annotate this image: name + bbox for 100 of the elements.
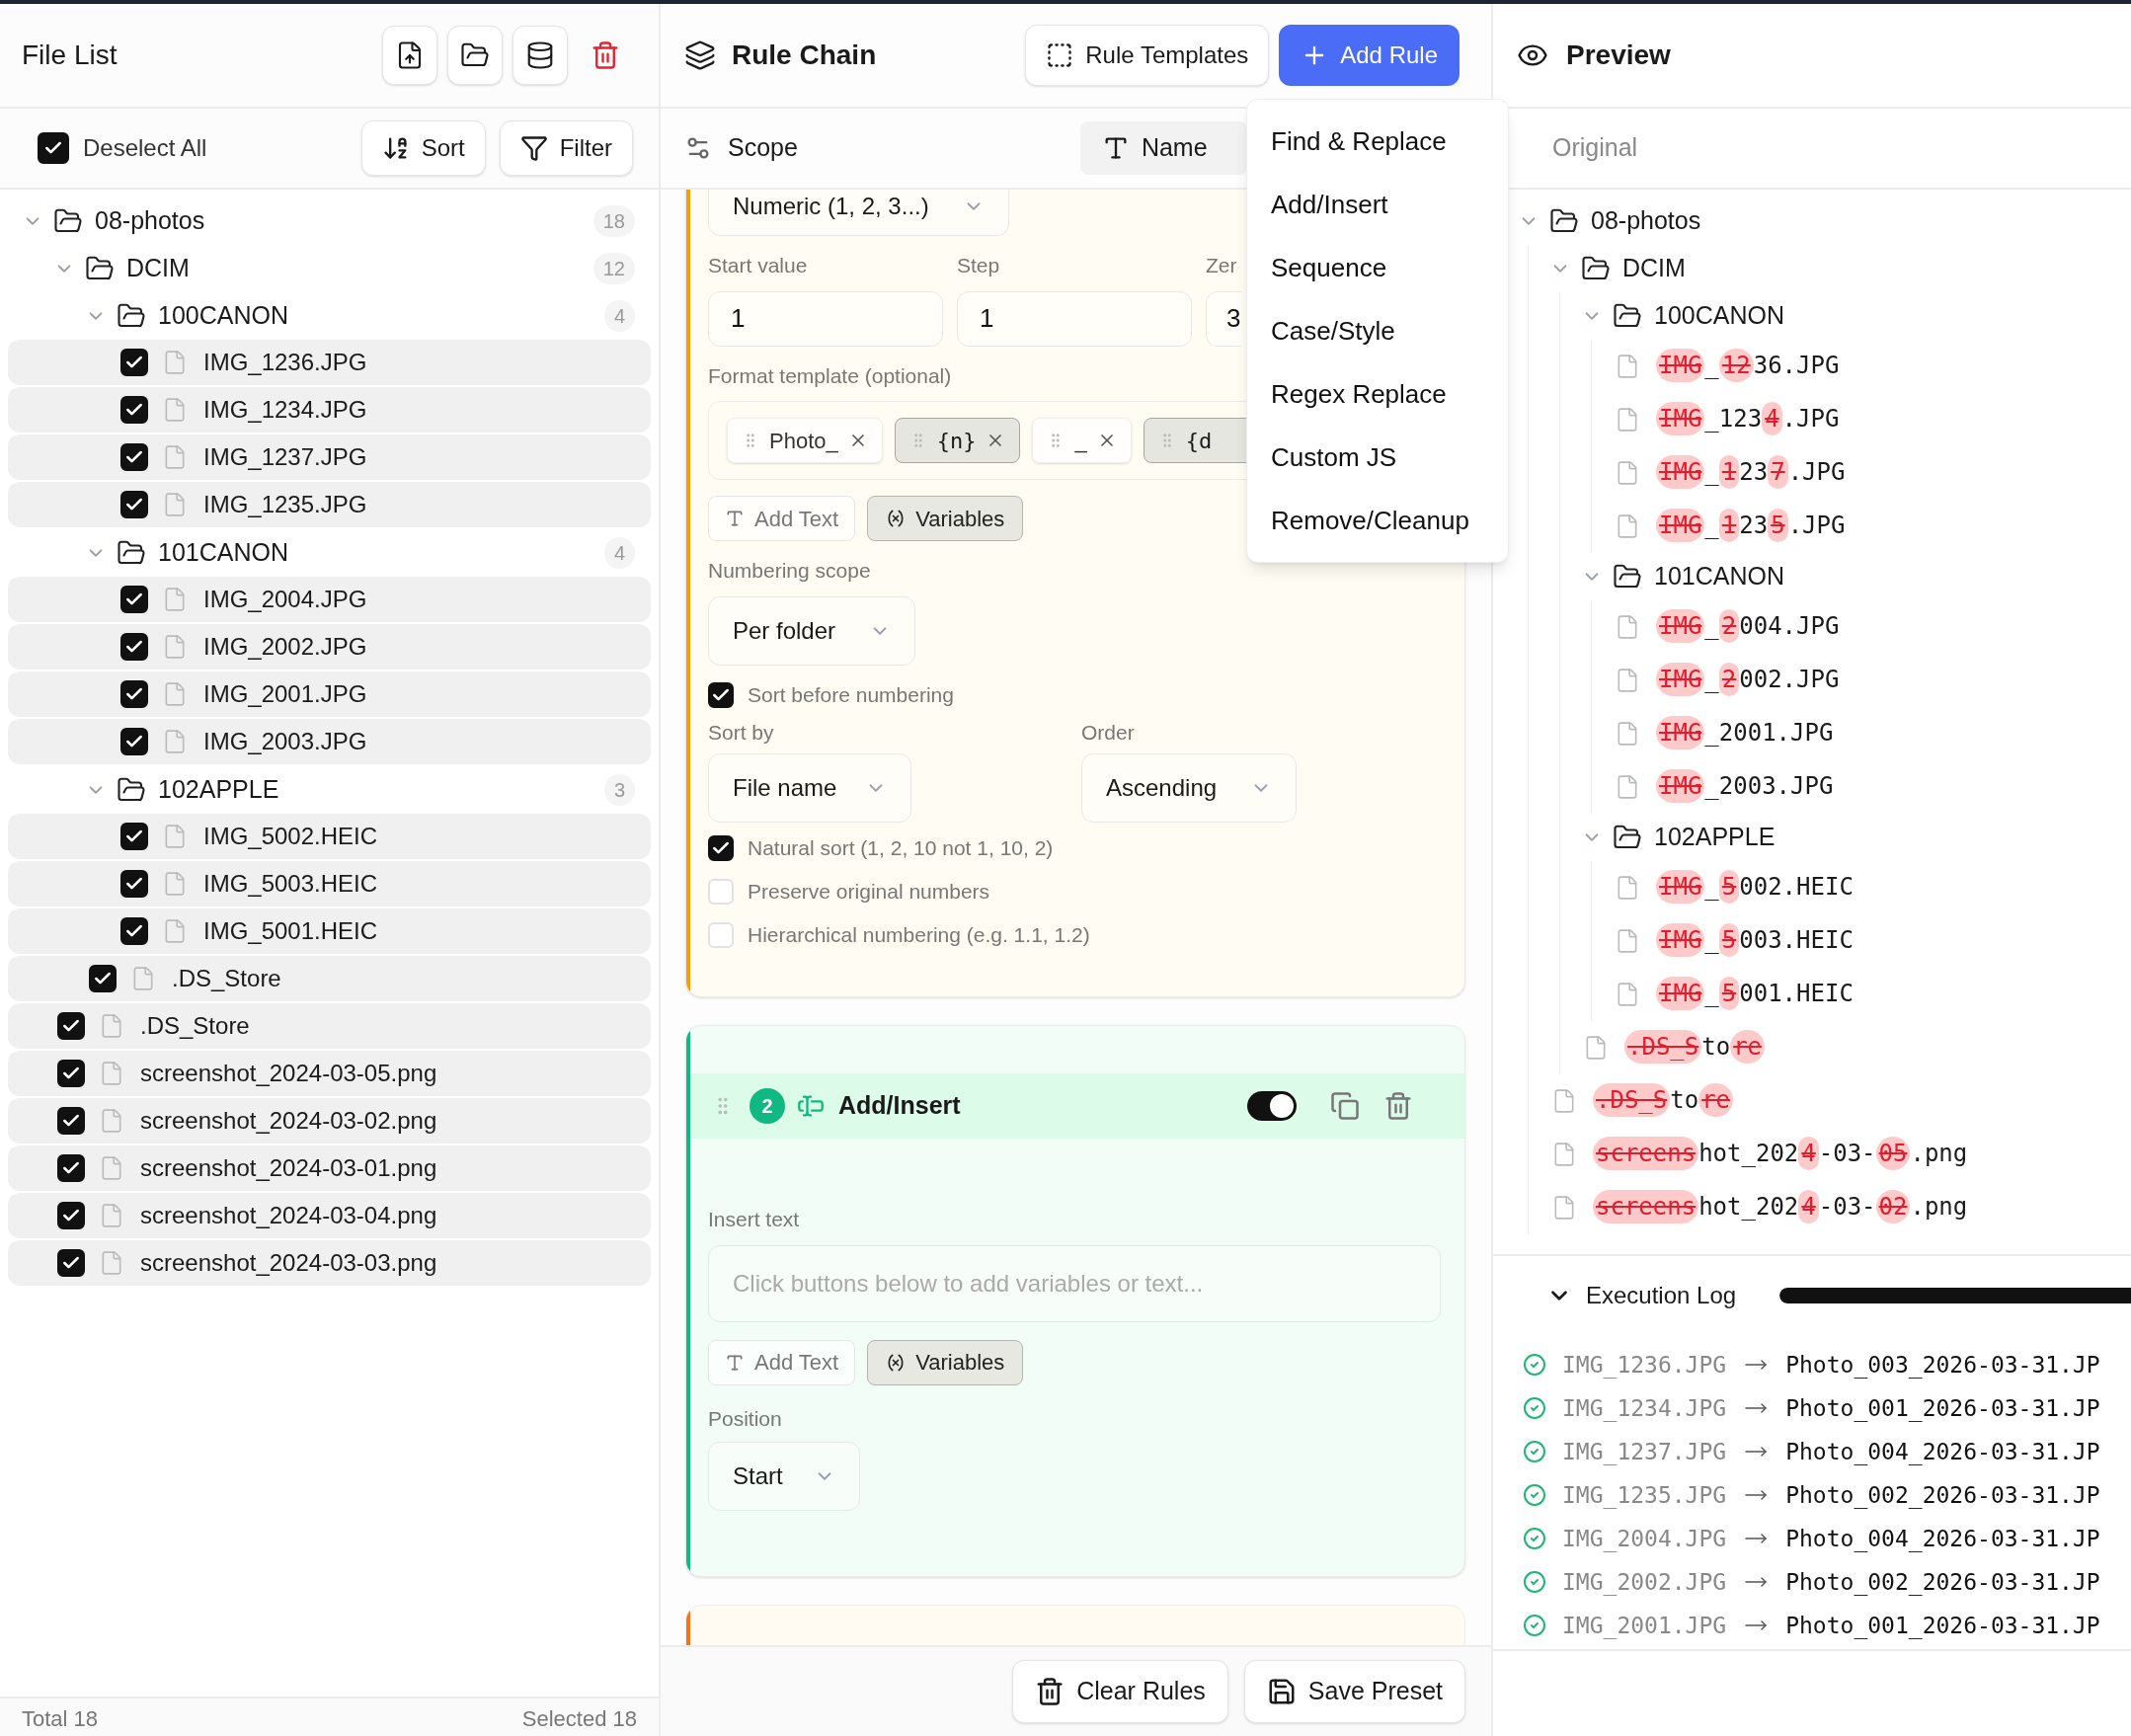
save-preset-button[interactable]: Save Preset [1243, 1660, 1465, 1723]
file-row[interactable]: IMG_2002.JPG [8, 624, 651, 670]
clear-rules-button[interactable]: Clear Rules [1012, 1660, 1228, 1723]
deselect-all-label[interactable]: Deselect All [83, 130, 207, 166]
checkbox[interactable] [57, 1202, 85, 1229]
copy-icon[interactable] [1330, 1091, 1360, 1121]
file-name[interactable]: IMG_1234.JPG [203, 392, 367, 428]
checkbox[interactable] [120, 633, 148, 661]
menu-item[interactable]: Case/Style [1247, 299, 1508, 362]
file-name[interactable]: .DS_Store [172, 961, 281, 996]
checkbox[interactable] [120, 680, 148, 708]
menu-item[interactable]: Add/Insert [1247, 173, 1508, 236]
position-select[interactable]: Start [708, 1442, 860, 1511]
file-name[interactable]: IMG_5003.HEIC [203, 866, 378, 902]
file-row[interactable]: IMG_1236.JPG [8, 340, 651, 385]
menu-item[interactable]: Find & Replace [1247, 110, 1508, 173]
variables-button[interactable]: Variables [867, 1339, 1024, 1385]
file-row[interactable]: IMG_1235.JPG [8, 482, 651, 527]
file-name[interactable]: screenshot_2024-03-05.png [140, 1056, 437, 1091]
template-chip[interactable]: _ [1032, 418, 1132, 463]
file-name[interactable]: .DS_Store [140, 1008, 250, 1044]
name-scope-button[interactable]: Name [1079, 121, 1247, 175]
checkbox[interactable] [57, 1154, 85, 1182]
file-row[interactable]: IMG_5002.HEIC [8, 814, 651, 859]
file-row[interactable]: screenshot_2024-03-01.png [8, 1145, 651, 1191]
trash-icon[interactable] [1383, 1091, 1413, 1121]
panel-title: Preview [1566, 39, 1671, 72]
file-row[interactable]: IMG_2003.JPG [8, 719, 651, 764]
folder-name[interactable]: DCIM [126, 250, 190, 287]
menu-item[interactable]: Sequence [1247, 236, 1508, 299]
file-row[interactable]: IMG_1234.JPG [8, 387, 651, 433]
insert-text-field[interactable]: Click buttons below to add variables or text... [708, 1244, 1441, 1322]
sequence-type-select[interactable]: Numeric (1, 2, 3...) [708, 190, 1009, 236]
file-name[interactable]: screenshot_2024-03-03.png [140, 1245, 437, 1281]
checkbox[interactable] [120, 443, 148, 471]
scope-select[interactable]: Per folder [708, 595, 915, 666]
number-field[interactable]: 1 [957, 290, 1192, 347]
sort-button[interactable]: Sort [360, 120, 486, 176]
file-row[interactable]: IMG_2001.JPG [8, 671, 651, 717]
file-name[interactable]: IMG_2004.JPG [203, 582, 367, 617]
file-name[interactable]: IMG_2001.JPG [203, 676, 367, 712]
success-icon [1523, 1570, 1546, 1594]
sort-by-select[interactable]: File name [708, 753, 911, 823]
file-name[interactable]: IMG_5002.HEIC [203, 819, 378, 854]
file-name[interactable]: IMG_1237.JPG [203, 439, 367, 475]
file-row[interactable]: screenshot_2024-03-05.png [8, 1051, 651, 1096]
checkbox[interactable] [57, 1107, 85, 1135]
checkbox[interactable] [38, 132, 69, 164]
folder-name[interactable]: 101CANON [158, 534, 288, 572]
number-field[interactable]: 1 [708, 290, 943, 347]
template-chip[interactable]: Photo_ [727, 418, 883, 463]
open-folder-button[interactable] [447, 26, 503, 85]
import-file-button[interactable] [382, 26, 437, 85]
checkbox[interactable] [708, 835, 734, 861]
add-rule-button[interactable]: Add Rule [1279, 25, 1460, 86]
folder-name[interactable]: 08-photos [95, 202, 205, 240]
checkbox[interactable] [120, 823, 148, 850]
checkbox[interactable] [708, 681, 734, 708]
checkbox[interactable] [120, 349, 148, 376]
filter-button[interactable]: Filter [499, 120, 633, 176]
template-chip[interactable]: {n} [894, 418, 1021, 463]
database-button[interactable] [513, 26, 568, 85]
menu-item[interactable]: Remove/Cleanup [1247, 489, 1508, 552]
rule-templates-button[interactable]: Rule Templates [1025, 25, 1270, 86]
file-name[interactable]: IMG_1235.JPG [203, 487, 367, 522]
checkbox[interactable] [57, 1060, 85, 1087]
folder-name[interactable]: 100CANON [158, 297, 288, 335]
checkbox[interactable] [120, 870, 148, 898]
file-row[interactable]: .DS_Store [8, 1003, 651, 1049]
add-text-button[interactable]: Add Text [708, 1339, 856, 1385]
file-name[interactable]: IMG_2002.JPG [203, 629, 367, 665]
checkbox[interactable] [120, 396, 148, 424]
file-row[interactable]: screenshot_2024-03-02.png [8, 1098, 651, 1144]
checkbox[interactable] [120, 917, 148, 945]
file-row[interactable]: screenshot_2024-03-03.png [8, 1240, 651, 1286]
variables-button[interactable]: Variables [867, 496, 1024, 541]
checkbox[interactable] [57, 1012, 85, 1040]
file-name[interactable]: IMG_5001.HEIC [203, 913, 378, 949]
file-name[interactable]: IMG_2003.JPG [203, 724, 367, 759]
file-name[interactable]: screenshot_2024-03-04.png [140, 1198, 437, 1233]
enable-toggle[interactable] [1247, 1091, 1297, 1121]
file-row[interactable]: IMG_2004.JPG [8, 577, 651, 622]
checkbox[interactable] [120, 491, 148, 518]
checkbox[interactable] [57, 1249, 85, 1277]
add-text-button[interactable]: Add Text [708, 496, 856, 541]
file-name[interactable]: screenshot_2024-03-01.png [140, 1150, 437, 1186]
file-row[interactable]: IMG_1237.JPG [8, 434, 651, 480]
file-row[interactable]: .DS_Store [8, 956, 651, 1001]
file-row[interactable]: IMG_5001.HEIC [8, 908, 651, 954]
file-row[interactable]: IMG_5003.HEIC [8, 861, 651, 907]
file-name[interactable]: screenshot_2024-03-02.png [140, 1103, 437, 1139]
checkbox[interactable] [120, 586, 148, 613]
file-row[interactable]: screenshot_2024-03-04.png [8, 1193, 651, 1238]
folder-name[interactable]: 102APPLE [158, 771, 279, 809]
order-select[interactable]: Ascending [1081, 753, 1297, 823]
number-field[interactable]: 3 [1206, 290, 1241, 347]
rule-header[interactable]: 2 Add/Insert [690, 1073, 1464, 1139]
checkbox[interactable] [120, 728, 148, 755]
checkbox[interactable] [89, 965, 117, 992]
file-name[interactable]: IMG_1236.JPG [203, 345, 367, 380]
